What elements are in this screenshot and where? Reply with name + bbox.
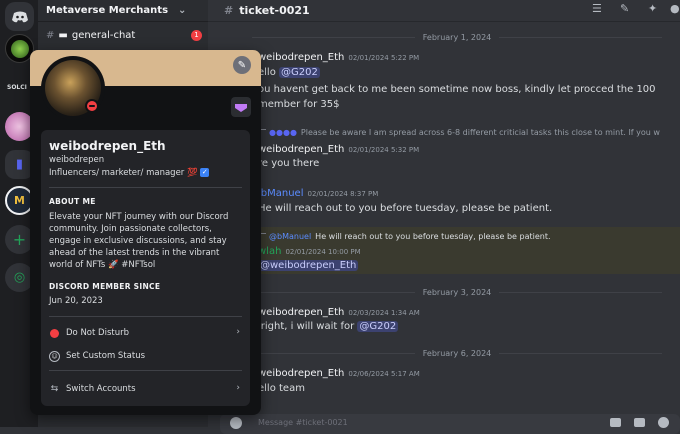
channel-item-general-chat[interactable]: # ▬ general-chat 1 [46,26,202,44]
nitro-badge-icon[interactable] [231,97,251,117]
message-header: weibodrepen_Eth 02/03/2024 1:34 AM [258,307,420,318]
gift-icon[interactable] [610,418,621,427]
edit-profile-button[interactable]: ✎ [233,56,251,74]
reply-preview[interactable]: ●●●● Please be aware I am spread across 6… [258,127,660,138]
dnd-status-icon [85,99,99,113]
user-mention[interactable]: @G202 [357,321,399,332]
emoji-icon[interactable] [658,417,669,428]
date-divider: February 6, 2024 [252,347,662,359]
message-text: member for 35$ [258,99,340,110]
member-since-title: DISCORD MEMBER SINCE [49,282,161,291]
message-timestamp: 02/01/2024 10:00 PM [285,248,361,256]
channel-name: general-chat [71,29,136,41]
divider [49,187,242,188]
about-me-title: ABOUT ME [49,197,96,206]
message-timestamp: 02/03/2024 1:34 AM [348,309,420,317]
message-header: weibodrepen_Eth 02/01/2024 5:22 PM [258,52,419,63]
message-text: He will reach out to you before tuesday,… [258,203,553,214]
discord-logo-icon [11,11,28,22]
message-text: ello team [258,383,305,394]
message-text: ello @G202 [258,67,320,78]
reply-preview[interactable]: @bManuel He will reach out to you before … [258,231,551,242]
user-mention[interactable]: @G202 [279,67,320,78]
hash-icon: # [46,29,55,41]
user-profile-popout: ✎ weibodrepen_Eth weibodrepen Influencer… [30,50,261,415]
message-timestamp: 02/01/2024 5:22 PM [348,54,420,62]
username: weibodrepen [49,155,105,165]
server-label: SOLCI [7,84,27,91]
pencil-icon: ✎ [237,59,247,71]
threads-icon[interactable]: ☰ [592,2,606,16]
unread-badge: 1 [191,29,202,41]
display-name: weibodrepen_Eth [49,139,166,153]
pin-icon[interactable]: ✦ [648,2,662,16]
message-header: weibodrepen_Eth 02/06/2024 5:17 AM [258,368,420,379]
profile-info-card: weibodrepen_Eth weibodrepen Influencers/… [41,130,250,406]
date-divider: February 3, 2024 [252,286,662,298]
discord-home-button[interactable] [5,2,34,31]
chevron-right-icon: › [236,383,240,393]
message-author[interactable]: ibManuel [258,188,304,199]
date-divider: February 1, 2024 [252,31,662,43]
profile-tagline: Influencers/ marketer/ manager 💯 ✓ [49,168,210,178]
message-author[interactable]: weibodrepen_Eth [258,144,344,155]
channel-header: # ticket-0021 ☰ ✎ ✦ ● [208,0,680,22]
message-timestamp: 02/06/2024 5:17 AM [348,370,420,378]
message-text: lright, i will wait for @G202 [258,321,399,332]
switch-accounts-icon: ⇆ [50,384,59,394]
message-author[interactable]: weibodrepen_Eth [258,52,344,63]
message-author[interactable]: wlah [258,246,281,257]
hash-icon: # [224,4,234,17]
server-art-icon [10,39,29,58]
smiley-icon: ☺ [49,350,60,362]
message-timestamp: 02/01/2024 8:37 PM [307,190,379,198]
status-dnd-menu-item[interactable]: Do Not Disturb › [49,324,242,342]
channel-title: ticket-0021 [239,4,310,17]
composer-placeholder: Message #ticket-0021 [258,418,348,427]
divider [49,370,242,371]
server-name: Metaverse Merchants [46,5,169,16]
dnd-icon [49,328,60,339]
member-since-date: Jun 20, 2023 [49,296,103,306]
add-attachment-icon[interactable] [230,417,242,429]
about-me-text: Elevate your NFT journey with our Discor… [49,212,229,270]
message-author[interactable]: weibodrepen_Eth [258,307,344,318]
divider [49,316,242,317]
message-input[interactable]: Message #ticket-0021 [220,414,680,434]
message-text: ou havent get back to me been sometime n… [258,84,656,95]
chat-icon: ▬ [58,29,68,41]
message-header: ibManuel 02/01/2024 8:37 PM [258,188,378,199]
message-header: weibodrepen_Eth 02/01/2024 5:32 PM [258,144,419,155]
server-header[interactable]: Metaverse Merchants ⌄ [38,0,208,22]
checkmark-icon: ✓ [200,168,210,177]
message-header: wlah 02/01/2024 10:00 PM [258,246,361,257]
chevron-right-icon: › [236,327,240,337]
switch-accounts-menu-item[interactable]: ⇆ Switch Accounts › [49,380,242,398]
message-text: re you there [258,158,320,169]
user-mention[interactable]: @weibodrepen_Eth [258,260,359,271]
message-timestamp: 02/01/2024 5:32 PM [348,146,420,154]
chevron-down-icon: ⌄ [178,5,187,16]
gif-icon[interactable] [634,418,645,427]
set-custom-status-menu-item[interactable]: ☺ Set Custom Status [49,347,242,365]
message-author[interactable]: weibodrepen_Eth [258,368,344,379]
members-icon[interactable]: ● [670,2,680,16]
message-text: @weibodrepen_Eth [258,260,359,271]
bell-icon[interactable]: ✎ [620,2,634,16]
